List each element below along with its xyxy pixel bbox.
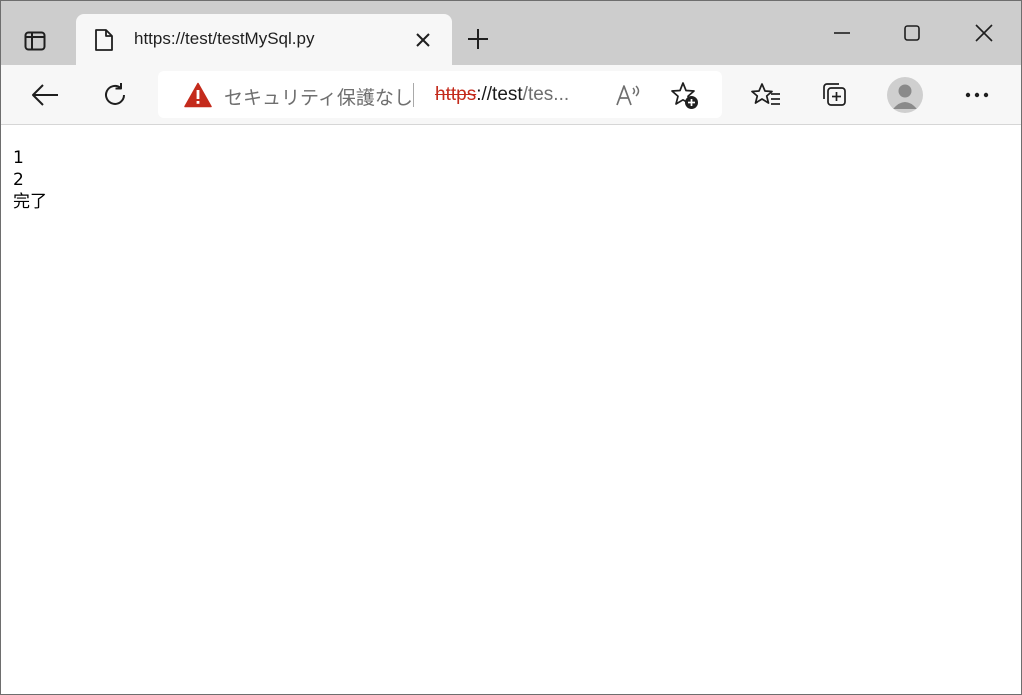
minimize-button[interactable] <box>822 15 862 51</box>
url-text[interactable]: https://test/tes... <box>435 84 569 106</box>
toolbar: セキュリティ保護なし https://test/tes... <box>1 65 1021 125</box>
url-scheme: https <box>435 84 477 105</box>
close-icon <box>975 24 993 42</box>
url-host: ://test <box>476 84 523 105</box>
window-close-button[interactable] <box>964 15 1004 51</box>
add-favorite-button[interactable] <box>669 80 701 112</box>
address-bar[interactable]: セキュリティ保護なし https://test/tes... <box>158 71 722 118</box>
profile-avatar <box>887 77 923 113</box>
read-aloud-icon <box>615 83 643 107</box>
more-icon <box>965 92 989 98</box>
back-button[interactable] <box>25 75 65 115</box>
tab-actions-icon <box>24 31 46 51</box>
new-tab-button[interactable] <box>462 23 494 55</box>
reload-button[interactable] <box>95 75 135 115</box>
maximize-icon <box>904 25 920 41</box>
url-path: /tes... <box>522 84 570 105</box>
more-button[interactable] <box>957 75 997 115</box>
favorites-button[interactable] <box>746 75 786 115</box>
document-icon <box>94 28 114 52</box>
minimize-icon <box>834 32 850 34</box>
tab-strip: https://test/testMySql.py <box>1 1 1021 65</box>
tab-title: https://test/testMySql.py <box>134 29 315 48</box>
tab-active[interactable]: https://test/testMySql.py <box>76 14 452 65</box>
warning-icon[interactable] <box>184 82 212 108</box>
output-line: 1 <box>13 148 24 168</box>
security-status-label[interactable]: セキュリティ保護なし <box>224 83 413 110</box>
page-content: 1 2 完了 <box>1 126 1021 694</box>
output-line: 2 <box>13 170 24 190</box>
close-icon <box>416 33 430 47</box>
tab-close-button[interactable] <box>412 29 434 51</box>
plus-icon <box>467 28 489 50</box>
read-aloud-button[interactable] <box>614 80 644 110</box>
reload-icon <box>102 82 128 108</box>
maximize-button[interactable] <box>892 15 932 51</box>
collections-icon <box>820 81 848 109</box>
address-divider <box>413 83 414 107</box>
star-add-icon <box>670 81 700 111</box>
profile-button[interactable] <box>885 75 925 115</box>
tab-actions-button[interactable] <box>15 21 55 61</box>
favorites-icon <box>751 82 781 108</box>
browser-window: https://test/testMySql.py セキュリティ保護なし htt… <box>0 0 1022 695</box>
output-line: 完了 <box>13 192 47 212</box>
script-output: 1 2 完了 <box>13 147 47 213</box>
arrow-left-icon <box>31 84 59 106</box>
collections-button[interactable] <box>814 75 854 115</box>
